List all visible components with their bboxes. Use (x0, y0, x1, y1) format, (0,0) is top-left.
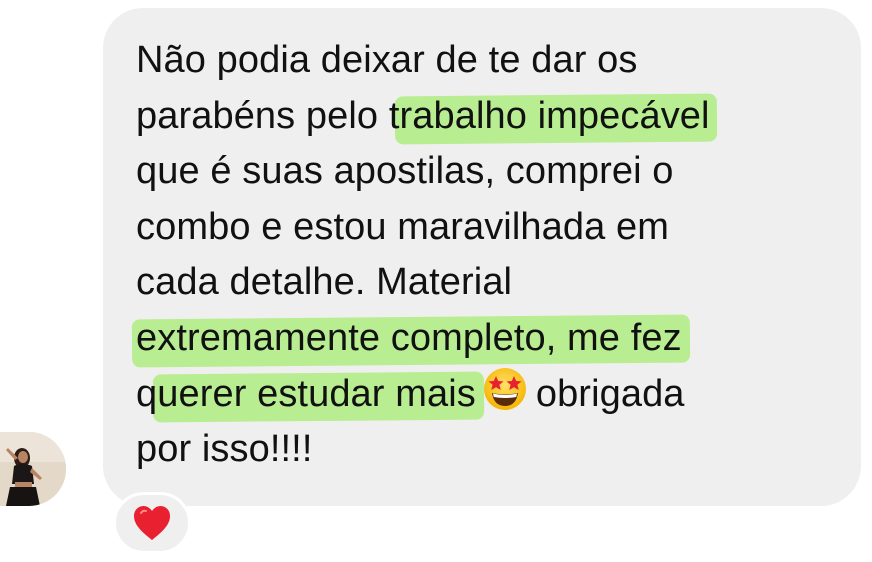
message-text: Não podia deixar de te dar os parabéns p… (136, 33, 856, 477)
message-line: cada detalhe. Material (136, 255, 856, 311)
message-line-text: Não podia deixar de te dar os (136, 39, 638, 81)
message-line: extremamente completo, me fez (136, 311, 856, 367)
chat-stage: Não podia deixar de te dar os parabéns p… (0, 0, 872, 562)
message-line: por isso!!!! (136, 422, 856, 478)
message-line-text: parabéns pelo t (136, 94, 400, 137)
message-line-text: por isso!!!! (136, 427, 313, 470)
message-line-text: cada detalhe. Material (136, 261, 513, 303)
message-line-text: obrigada (535, 373, 685, 415)
message-line: parabéns pelo trabalho impecável (136, 89, 856, 145)
profile-photo (0, 432, 66, 506)
red-heart-icon (134, 506, 170, 540)
highlighted-text: rabalho impecável (399, 89, 709, 145)
highlighted-text: uerer estudar mais (157, 367, 476, 423)
reaction-badge[interactable] (113, 492, 191, 554)
message-line: Não podia deixar de te dar os (136, 33, 856, 89)
message-line-text: q (136, 373, 158, 415)
message-line-text: que é suas apostilas, comprei o (136, 150, 674, 192)
star-struck-emoji-icon (482, 366, 528, 412)
message-line: que é suas apostilas, comprei o (136, 144, 856, 200)
message-line: combo e estou maravilhada em (136, 200, 856, 256)
highlighted-text: extremamente completo, me fez (136, 311, 682, 367)
message-line: querer estudar mais obrigada (136, 366, 856, 422)
avatar[interactable] (0, 432, 66, 506)
message-line-text: combo e estou maravilhada em (136, 205, 669, 248)
